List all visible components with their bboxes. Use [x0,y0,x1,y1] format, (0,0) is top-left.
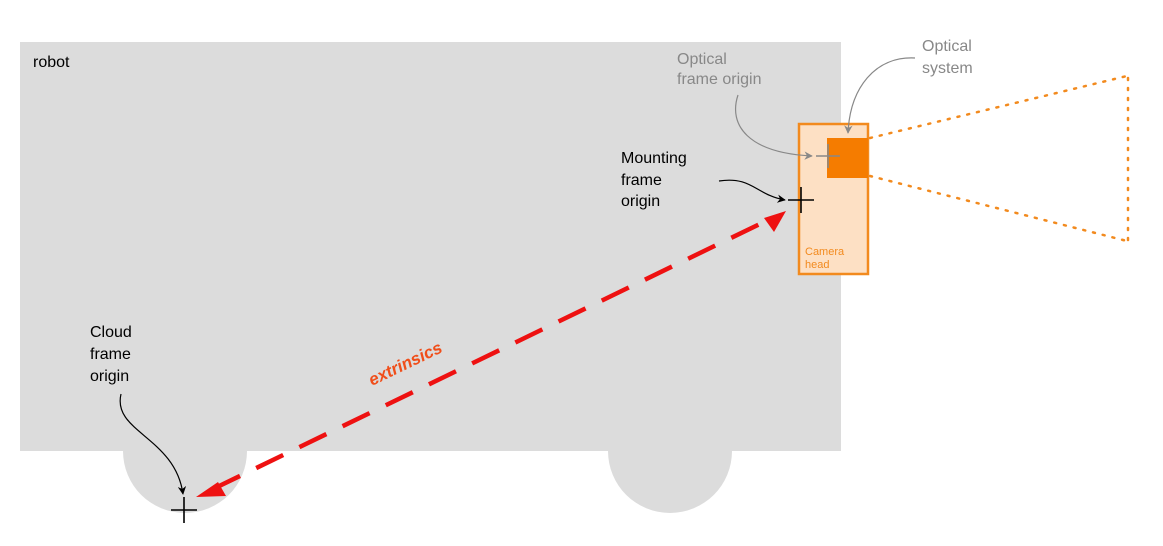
robot-body [20,42,841,451]
optical-system-label: Optical system [922,38,976,77]
camera-head: Camera head [797,122,870,276]
robot [20,42,841,513]
optical-system-arrow [844,57,916,134]
optical-system-box [827,138,868,178]
robot-label: robot [33,54,70,71]
frames-diagram: robot Camera head Optical frame origin O… [20,38,1130,523]
field-of-view [868,74,1130,243]
